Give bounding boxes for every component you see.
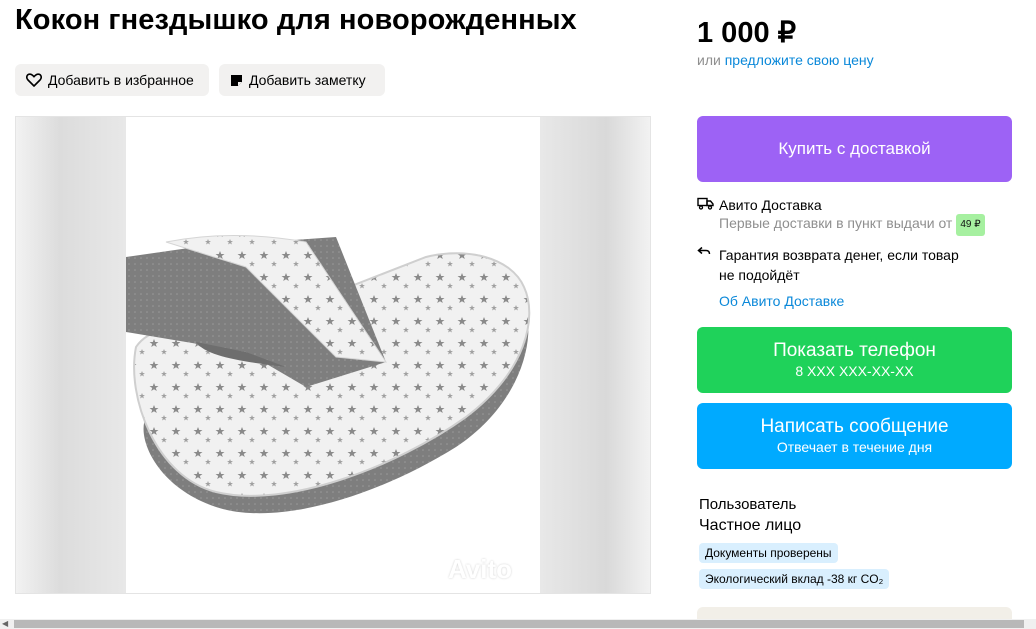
price-or-text: или [697, 52, 721, 68]
heart-icon [26, 73, 42, 87]
gallery-blur-right [540, 117, 650, 593]
reply-time: Отвечает в течение дня [776, 439, 933, 455]
about-delivery-link[interactable]: Об Авито Доставке [719, 293, 844, 309]
delivery-title: Авито Доставка [719, 197, 822, 213]
show-phone-label: Показать телефон [773, 340, 936, 361]
delivery-price-badge: 49 ₽ [956, 214, 985, 236]
baby-nest-image [126, 235, 531, 514]
buy-with-delivery-label: Купить с доставкой [778, 139, 931, 158]
phone-masked: 8 XXX XXX-XX-XX [795, 363, 914, 379]
show-phone-button[interactable]: Показать телефон 8 XXX XXX-XX-XX [697, 327, 1012, 393]
scrollbar-thumb[interactable] [14, 620, 1024, 628]
truck-icon [697, 197, 714, 210]
price-value: 1 000 ₽ [697, 17, 797, 49]
seller-type: Частное лицо [699, 517, 802, 534]
write-message-label: Написать сообщение [760, 416, 949, 437]
horizontal-scrollbar[interactable]: ◀ [0, 619, 1036, 629]
seller-name[interactable]: Пользователь [699, 496, 796, 513]
photo-gallery[interactable]: Avito [15, 116, 651, 594]
price-offer: или предложите свою цену [697, 52, 874, 68]
note-icon [231, 74, 242, 86]
add-to-favorites-button[interactable]: Добавить в избранное [15, 64, 209, 96]
scroll-left-icon[interactable]: ◀ [2, 619, 8, 629]
documents-verified-badge: Документы проверены [699, 543, 838, 563]
write-message-button[interactable]: Написать сообщение Отвечает в течение дн… [697, 403, 1012, 469]
return-arrow-icon [697, 246, 711, 255]
guarantee-info: Гарантия возврата денег, если товар не п… [697, 245, 1017, 285]
gallery-blur-left [16, 117, 126, 593]
add-note-button[interactable]: Добавить заметку [219, 64, 385, 96]
buy-with-delivery-button[interactable]: Купить с доставкой [697, 116, 1012, 182]
delivery-info: Авито Доставка Первые доставки в пункт в… [697, 196, 1017, 236]
add-to-favorites-label: Добавить в избранное [48, 72, 194, 88]
listing-title: Кокон гнездышко для новорожденных [15, 4, 577, 36]
add-note-label: Добавить заметку [249, 72, 366, 88]
guarantee-line-2: не подойдёт [719, 267, 800, 283]
avito-watermark: Avito [448, 554, 513, 584]
product-photo[interactable]: Avito [126, 117, 540, 593]
delivery-subtitle: Первые доставки в пункт выдачи от [719, 215, 953, 231]
offer-price-link[interactable]: предложите свою цену [725, 52, 874, 68]
guarantee-line-1: Гарантия возврата денег, если товар [719, 247, 959, 263]
eco-contribution-badge[interactable]: Экологический вклад -38 кг CO₂ [699, 569, 890, 589]
